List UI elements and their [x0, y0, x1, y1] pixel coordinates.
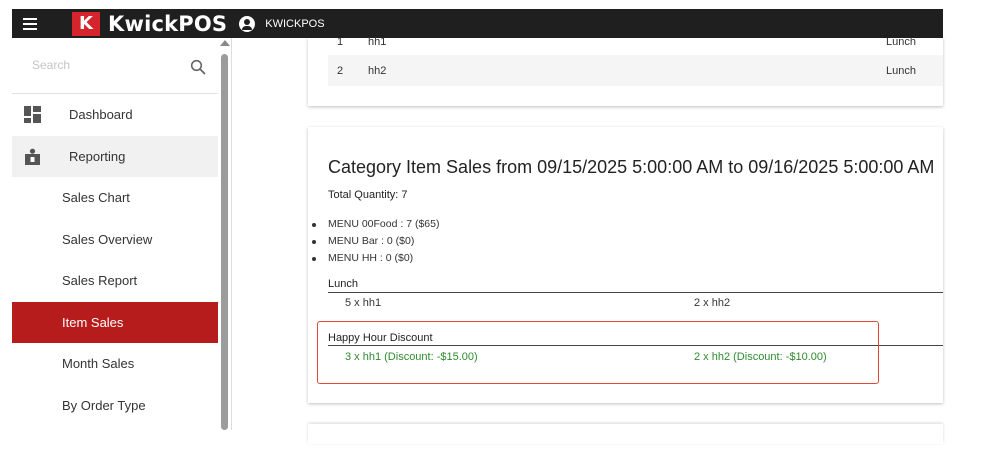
row-category: Lunch: [886, 64, 916, 77]
row-number: 1: [336, 35, 344, 48]
section-divider: [328, 292, 943, 293]
sidebar-item-label: Sales Overview: [62, 231, 153, 247]
list-item: MENU Bar : 0 ($0): [308, 233, 439, 250]
kwickpos-logo-icon: K: [72, 11, 100, 36]
sidebar-item-label: Item Sales: [62, 314, 124, 330]
menu-list: MENU 00Food : 7 ($65) MENU Bar : 0 ($0) …: [308, 216, 439, 267]
sidebar-item-label: Dashboard: [69, 107, 133, 123]
lunch-item: 2 x hh2: [694, 297, 731, 309]
sidebar-scrollbar[interactable]: [218, 38, 232, 430]
user-icon[interactable]: [239, 15, 256, 32]
scroll-thumb[interactable]: [221, 54, 228, 430]
row-category: Lunch: [886, 35, 916, 48]
sidebar-item-label: Reporting: [69, 148, 126, 164]
menu-icon[interactable]: [12, 17, 48, 30]
sidebar-item-label: Sales Chart: [62, 190, 130, 206]
sidebar-item-by-order-type[interactable]: By Order Type: [12, 385, 218, 427]
sidebar-item-label: By Order Type: [62, 397, 146, 413]
sidebar-divider: [231, 38, 232, 430]
search-icon[interactable]: [190, 59, 206, 75]
sidebar-item-sales-report[interactable]: Sales Report: [12, 260, 218, 302]
username[interactable]: KWICKPOS: [265, 18, 324, 30]
sidebar-item-item-sales[interactable]: Item Sales: [12, 301, 218, 343]
search-input[interactable]: [32, 58, 182, 72]
section-title-lunch: Lunch: [328, 278, 358, 290]
row-item-name: hh1: [368, 35, 387, 48]
category-sales-title: Category Item Sales from 09/15/2025 5:00…: [328, 157, 935, 177]
reporting-icon: [25, 148, 40, 165]
sidebar-search: [12, 38, 218, 94]
sidebar-item-sales-overview[interactable]: Sales Overview: [12, 219, 218, 261]
app-name: KwickPOS: [108, 11, 228, 36]
dashboard-icon: [24, 106, 41, 124]
table-row: 2 hh2 Lunch: [328, 55, 943, 86]
list-item: MENU HH : 0 ($0): [308, 250, 439, 267]
scroll-up-icon[interactable]: [220, 40, 230, 46]
sidebar-item-reporting[interactable]: Reporting: [12, 135, 218, 177]
lunch-item: 5 x hh1: [345, 297, 382, 309]
sidebar-item-label: Month Sales: [62, 356, 135, 372]
sidebar-item-sales-chart[interactable]: Sales Chart: [12, 177, 218, 219]
row-number: 2: [336, 64, 344, 77]
total-quantity: Total Quantity: 7: [328, 189, 408, 201]
item-table-card: 1 hh1 Lunch 2 hh2 Lunch: [308, 36, 943, 106]
sidebar-item-dashboard[interactable]: Dashboard: [12, 94, 218, 136]
table-row: 1 hh1 Lunch: [328, 26, 943, 57]
next-card: [308, 424, 943, 444]
sidebar-item-month-sales[interactable]: Month Sales: [12, 343, 218, 385]
sidebar: Dashboard Reporting Sales Chart Sales Ov…: [12, 38, 218, 430]
sidebar-item-label: Sales Report: [62, 273, 138, 289]
highlight-box: [317, 321, 879, 384]
row-item-name: hh2: [368, 64, 387, 77]
list-item: MENU 00Food : 7 ($65): [308, 216, 439, 233]
